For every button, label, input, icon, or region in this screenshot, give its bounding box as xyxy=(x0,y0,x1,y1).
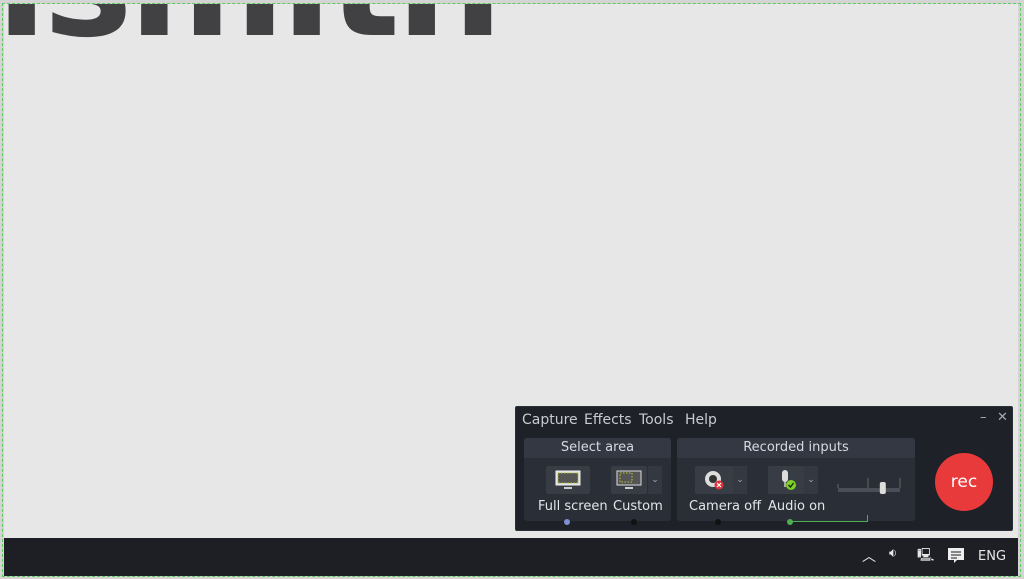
custom-dropdown[interactable]: ⌄ xyxy=(648,466,662,494)
full-screen-indicator xyxy=(564,519,570,525)
camera-dropdown[interactable]: ⌄ xyxy=(733,466,747,494)
custom-label: Custom xyxy=(613,499,663,514)
select-area-title: Select area xyxy=(524,438,671,458)
custom-button[interactable] xyxy=(611,466,647,494)
speaker-icon[interactable]: 🔉︎ xyxy=(889,546,897,561)
audio-dropdown[interactable]: ⌄ xyxy=(804,466,818,494)
volume-knob[interactable] xyxy=(879,482,886,494)
network-icon[interactable]: 🖳︎ xyxy=(917,546,934,568)
record-button[interactable]: rec xyxy=(935,453,993,511)
camera-button[interactable] xyxy=(695,466,733,494)
select-area-group: Select area Full screen ⌄ Custom xyxy=(524,438,671,525)
menu-capture[interactable]: Capture xyxy=(522,412,578,428)
audio-track-end xyxy=(867,515,868,522)
monitor-custom-icon xyxy=(616,470,642,489)
audio-button[interactable] xyxy=(768,466,804,494)
custom-indicator xyxy=(631,519,637,525)
audio-label: Audio on xyxy=(768,499,826,514)
close-button[interactable]: ✕ xyxy=(997,410,1008,425)
chevron-up-icon[interactable]: ︿ xyxy=(862,546,876,566)
menu-effects[interactable]: Effects xyxy=(584,412,632,428)
full-screen-button[interactable] xyxy=(546,466,590,494)
monitor-icon xyxy=(555,470,581,489)
recorder-panel: Capture Effects Tools Help – ✕ Select ar… xyxy=(515,406,1013,531)
full-screen-label: Full screen xyxy=(538,499,608,514)
language-indicator[interactable]: ENG xyxy=(978,549,1006,564)
menu-help[interactable]: Help xyxy=(685,412,717,428)
taskbar: ︿ 🔉︎ 🖳︎ ENG xyxy=(4,538,1018,576)
minimize-button[interactable]: – xyxy=(980,410,987,425)
recorded-inputs-title: Recorded inputs xyxy=(677,438,915,458)
audio-indicator xyxy=(787,519,793,525)
audio-track-line xyxy=(792,521,867,522)
audio-volume-slider[interactable] xyxy=(837,474,903,498)
camera-label: Camera off xyxy=(689,499,762,514)
camera-off-icon xyxy=(705,471,724,490)
microphone-icon xyxy=(782,470,796,490)
camera-indicator xyxy=(715,519,721,525)
notification-icon[interactable] xyxy=(946,546,966,566)
recorded-inputs-group: Recorded inputs ⌄ Camera off ⌄ Audio on xyxy=(677,438,915,525)
logo: ismith xyxy=(4,4,503,59)
menu-tools[interactable]: Tools xyxy=(639,412,674,428)
